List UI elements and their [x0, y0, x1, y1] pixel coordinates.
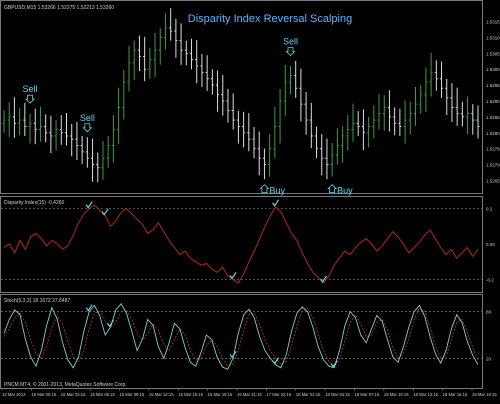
price-tick-label: 1.5270: [486, 163, 500, 168]
stochastic-tick-label: 20: [486, 356, 492, 361]
sell-signal-label: Sell: [23, 84, 38, 94]
buy-signal-label: Buy: [337, 186, 353, 196]
stochastic-signal-line: [3, 307, 479, 367]
time-tick-label: 18 Mar 16:15: [443, 392, 468, 397]
price-tick-label: 1.5295: [486, 83, 500, 88]
sell-signal-label: Sell: [80, 113, 95, 123]
down-arrow-icon: [285, 47, 296, 57]
chart-canvas: GBPUSD,M15 1.53266 1.52275 1.52213 1.532…: [0, 0, 500, 397]
price-tick-label: 1.5290: [486, 99, 500, 104]
chart-window: GBPUSD,M15 1.53266 1.52275 1.52213 1.532…: [0, 0, 500, 400]
price-tick-label: 1.5280: [486, 131, 500, 136]
stochastic-series: 80 20: [1, 303, 492, 370]
disparity-label: Disparity Index(15) -0.4260: [4, 200, 65, 206]
time-tick-label: 15 Mar 06:15: [90, 392, 115, 397]
time-tick-label: 15 Mar 21:15: [237, 392, 262, 397]
time-tick-label: 18 Mar 19:15: [472, 392, 497, 397]
check-mark-icon: [229, 272, 237, 280]
time-tick-label: 15 Mar 15:15: [178, 392, 203, 397]
price-tick-label: 1.5275: [486, 147, 500, 152]
symbol-header: GBPUSD,M15 1.53266 1.52275 1.52213 1.532…: [4, 5, 114, 11]
time-tick-label: 15 Mar 03:15: [61, 392, 86, 397]
stochastic-main-line: [3, 303, 479, 370]
disparity-tick-label: 0.00: [486, 242, 495, 247]
price-series: [2, 8, 480, 183]
price-tick-label: 1.5305: [486, 51, 500, 56]
price-tick-label: 1.5300: [486, 67, 500, 72]
time-tick-label: 15 Mar 09:15: [120, 392, 145, 397]
price-panel: [0, 0, 483, 194]
stochastic-label: Stoch(5,3,3) 18.1672 27.8487: [4, 298, 70, 304]
time-axis: 14 Mar 2013 15 Mar 00:15 15 Mar 03:15 15 Ma…: [1, 389, 497, 397]
price-axis: 1.5315 1.5310 1.5305 1.5300 1.5295 1.5290 1.52…: [486, 20, 500, 184]
stochastic-tick-label: 80: [486, 310, 492, 315]
time-tick-label: 15 Mar 18:15: [208, 392, 233, 397]
disparity-line: [3, 204, 479, 284]
time-tick-label: 18 Mar 07:15: [355, 392, 380, 397]
disparity-tick-label: -0.2: [486, 277, 494, 282]
disparity-tick-label: 0.2: [486, 207, 493, 212]
price-tick-label: 1.5285: [486, 115, 500, 120]
check-mark-icon: [229, 351, 237, 359]
check-mark-icon: [320, 275, 328, 284]
copyright-footer: PNCM MT4, © 2001-2013, MetaQuotes Softwa…: [4, 381, 127, 388]
time-tick-label: 18 Mar 04:15: [325, 392, 350, 397]
time-tick-label: 18 Mar 13:15: [413, 392, 438, 397]
down-arrow-icon: [82, 123, 93, 133]
sell-signal-label: Sell: [283, 37, 298, 47]
stochastic-panel: [0, 294, 483, 389]
buy-signal-label: Buy: [269, 186, 285, 196]
up-arrow-icon: [327, 184, 338, 194]
signal-annotations: Sell Sell Sell Buy Buy: [23, 37, 354, 196]
time-tick-label: 15 Mar 12:15: [149, 392, 174, 397]
time-tick-label: 18 Mar 10:15: [384, 392, 409, 397]
price-tick-label: 1.5315: [486, 20, 500, 25]
check-mark-icon: [107, 319, 115, 328]
chart-title: Disparity Index Reversal Scalping: [188, 13, 352, 25]
down-arrow-icon: [25, 94, 36, 104]
time-tick-label: 17 Mar 22:15: [266, 392, 291, 397]
check-mark-icon: [101, 208, 109, 216]
time-tick-label: 14 Mar 2013: [2, 392, 26, 397]
time-tick-label: 18 Mar 01:15: [296, 392, 321, 397]
check-mark-icon: [272, 199, 280, 207]
price-tick-label: 1.5265: [486, 178, 500, 183]
disparity-series: 0.2 0.00 -0.2: [1, 199, 495, 284]
time-tick-label: 15 Mar 00:15: [31, 392, 56, 397]
price-tick-label: 1.5310: [486, 35, 500, 40]
up-arrow-icon: [259, 184, 270, 194]
